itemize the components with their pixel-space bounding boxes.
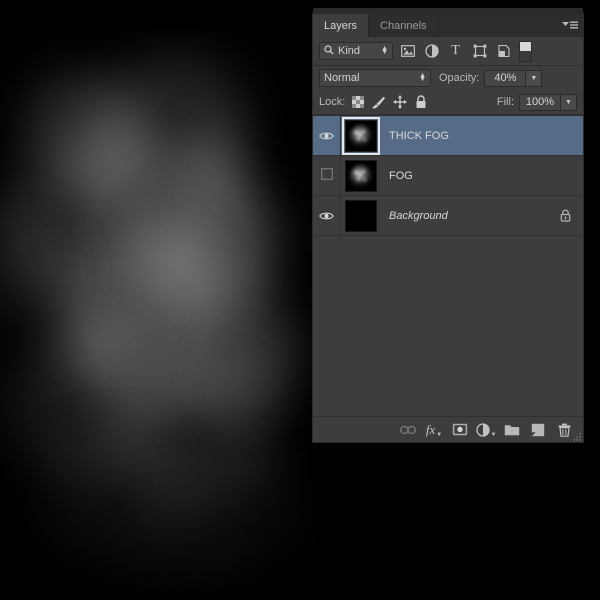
shape-layer-filter-icon[interactable] bbox=[470, 42, 489, 61]
filter-kind-select[interactable]: Kind ▲ ▼ bbox=[319, 42, 393, 60]
layers-panel-bottom-bar: fx ▼ ▼ bbox=[313, 416, 583, 442]
panel-menu-icon[interactable] bbox=[562, 20, 578, 32]
pixel-layer-filter-icon[interactable] bbox=[398, 42, 417, 61]
filter-kind-label: Kind bbox=[338, 45, 361, 57]
blend-mode-select[interactable]: Normal ▲ ▼ bbox=[319, 69, 431, 87]
smart-object-filter-icon[interactable] bbox=[494, 42, 513, 61]
fog-thumbnail[interactable] bbox=[345, 159, 377, 192]
layer-thumbnail-wrap[interactable] bbox=[341, 116, 381, 155]
eye-off-icon bbox=[320, 168, 333, 183]
lock-image-pixels-icon[interactable] bbox=[370, 94, 387, 111]
tab-layers-label: Layers bbox=[324, 19, 358, 32]
layer-name[interactable]: THICK FOG bbox=[389, 130, 583, 142]
black-thumbnail[interactable] bbox=[345, 199, 377, 232]
fog-texture bbox=[0, 30, 360, 590]
search-icon bbox=[324, 44, 334, 58]
chevron-down-icon: ▼ bbox=[490, 431, 497, 438]
layer-name[interactable]: Background bbox=[389, 210, 560, 222]
new-group-icon[interactable] bbox=[499, 419, 525, 441]
panel-resize-grip[interactable] bbox=[573, 432, 581, 441]
tab-layers[interactable]: Layers bbox=[313, 14, 370, 37]
layer-visibility-toggle[interactable] bbox=[313, 116, 341, 155]
layer-locked-icon[interactable] bbox=[560, 209, 571, 222]
adjustment-layer-filter-icon[interactable] bbox=[422, 42, 441, 61]
opacity-dropdown-icon[interactable]: ▼ bbox=[526, 69, 543, 87]
panel-tab-bar: Layers Channels bbox=[313, 14, 583, 37]
fill-label: Fill: bbox=[496, 96, 514, 108]
lock-position-icon[interactable] bbox=[391, 94, 408, 111]
table-row[interactable]: Background bbox=[313, 196, 583, 236]
lock-label: Lock: bbox=[319, 96, 346, 108]
eye-icon bbox=[319, 212, 334, 219]
blend-mode-row: Normal ▲ ▼ Opacity: 40% ▼ bbox=[313, 66, 583, 90]
layer-thumbnail-wrap[interactable] bbox=[341, 196, 381, 235]
fill-dropdown-icon[interactable]: ▼ bbox=[561, 93, 577, 111]
opacity-input[interactable]: 40% bbox=[484, 69, 527, 87]
layer-thumbnail-wrap[interactable] bbox=[341, 156, 381, 195]
chevron-updown-icon[interactable]: ▲ ▼ bbox=[419, 72, 426, 83]
type-layer-filter-icon[interactable]: T bbox=[446, 42, 465, 61]
layer-name[interactable]: FOG bbox=[389, 170, 583, 182]
lock-all-icon[interactable] bbox=[412, 94, 429, 111]
lock-transparent-pixels-icon[interactable] bbox=[349, 94, 366, 111]
layer-style-fx-icon[interactable]: fx ▼ bbox=[421, 419, 447, 441]
new-adjustment-layer-icon[interactable]: ▼ bbox=[473, 419, 499, 441]
eye-icon bbox=[319, 132, 334, 139]
new-layer-icon[interactable] bbox=[525, 419, 551, 441]
layer-visibility-toggle[interactable] bbox=[313, 156, 341, 195]
layer-visibility-toggle[interactable] bbox=[313, 196, 341, 235]
chevron-down-icon: ▼ bbox=[436, 431, 443, 438]
lock-row: Lock: Fill: 100% ▼ bbox=[313, 90, 583, 115]
table-row[interactable]: FOG bbox=[313, 156, 583, 196]
tab-channels-label: Channels bbox=[380, 19, 427, 32]
filter-enable-toggle[interactable] bbox=[519, 40, 532, 62]
layer-list[interactable]: THICK FOG FOG Background bbox=[313, 115, 583, 416]
opacity-label: Opacity: bbox=[439, 72, 480, 84]
fx-label: fx bbox=[425, 421, 436, 437]
table-row[interactable]: THICK FOG bbox=[313, 116, 583, 156]
chevron-updown-icon[interactable]: ▲ ▼ bbox=[381, 45, 388, 56]
add-layer-mask-icon[interactable] bbox=[447, 419, 473, 441]
layers-panel: Layers Channels Kind ▲ ▼ T Normal ▲ ▼ Op… bbox=[313, 14, 583, 442]
blend-mode-value: Normal bbox=[324, 72, 360, 84]
tab-channels[interactable]: Channels bbox=[369, 14, 439, 37]
fill-input[interactable]: 100% bbox=[519, 93, 561, 111]
fog-thumbnail[interactable] bbox=[342, 116, 380, 155]
link-layers-icon[interactable] bbox=[395, 419, 421, 441]
layer-filter-row: Kind ▲ ▼ T bbox=[313, 37, 583, 66]
